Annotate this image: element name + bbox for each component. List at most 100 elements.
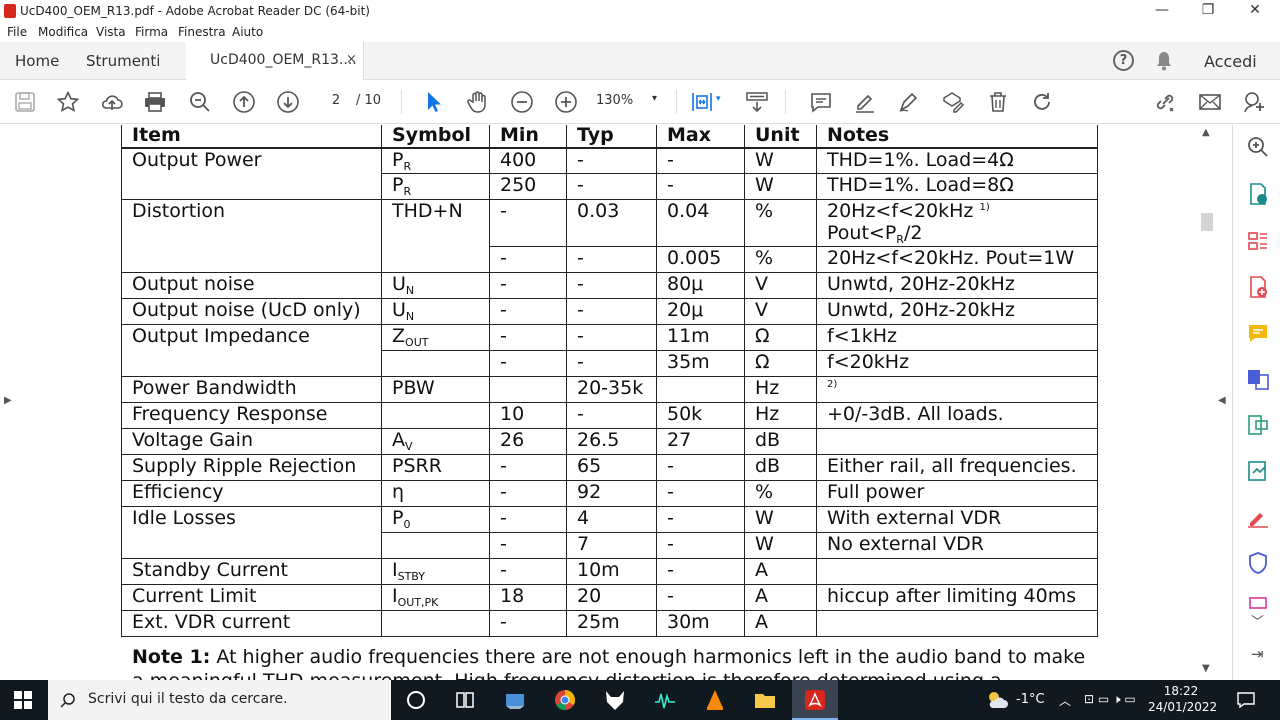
create-pdf-icon[interactable] <box>1246 275 1270 299</box>
sign-in-button[interactable]: Accedi <box>1204 52 1257 71</box>
cell-max: - <box>656 480 745 507</box>
vertical-scrollbar[interactable]: ▲ ▼ <box>1198 125 1216 680</box>
export-pdf-icon[interactable] <box>1246 182 1270 206</box>
menu-modifica[interactable]: Modifica <box>38 25 88 39</box>
cell-symbol: AV <box>381 428 490 455</box>
fit-page-icon[interactable] <box>690 90 714 114</box>
draw-pen-icon[interactable] <box>897 90 921 114</box>
symbol-subscript: OUT <box>405 336 429 349</box>
zoom-in-icon[interactable] <box>554 90 578 114</box>
symbol-subscript: V <box>405 440 413 453</box>
scrollbar-thumb[interactable] <box>1201 213 1213 231</box>
notes-text: +0/-3dB. All loads. <box>827 403 1004 425</box>
menu-aiuto[interactable]: Aiuto <box>232 25 263 39</box>
cell-unit: V <box>744 298 817 325</box>
taskbar-search-box[interactable]: Scrivi qui il testo da cercare. <box>48 680 391 720</box>
tab-home[interactable]: Home <box>15 52 59 70</box>
cell-unit: Hz <box>744 376 817 403</box>
edit-pdf-icon[interactable] <box>1246 413 1270 437</box>
minimize-button[interactable]: — <box>1152 2 1172 18</box>
system-tray-icons[interactable]: ⊡ ▭ 🕨 ▭ <box>1084 692 1136 707</box>
weather-temperature[interactable]: -1°C <box>1016 692 1045 707</box>
comment-tool-icon[interactable] <box>1246 321 1270 345</box>
file-explorer-icon[interactable] <box>753 688 777 712</box>
tab-document[interactable]: UcD400_OEM_R13.... × <box>186 42 364 80</box>
menu-file[interactable]: File <box>7 25 27 39</box>
share-link-icon[interactable] <box>1153 90 1177 114</box>
fill-sign-icon[interactable] <box>1246 505 1270 529</box>
cell-min <box>489 376 567 403</box>
comment-icon[interactable] <box>809 90 833 114</box>
footnote-ref: 2) <box>827 379 838 390</box>
search-zoom-icon[interactable] <box>1246 135 1270 159</box>
panel-scroll-down-icon[interactable]: ﹀ <box>1251 611 1264 630</box>
trash-icon[interactable] <box>986 90 1010 114</box>
edit-text-icon[interactable] <box>941 90 965 114</box>
symbol-text: PSRR <box>392 455 442 477</box>
left-panel-expand-icon[interactable]: ▶ <box>4 395 12 406</box>
close-tab-button[interactable]: × <box>346 52 357 67</box>
highlight-pen-icon[interactable] <box>853 90 877 114</box>
weather-icon[interactable] <box>986 690 1008 710</box>
vlc-icon[interactable] <box>703 688 727 712</box>
windows-start-icon[interactable] <box>14 691 32 709</box>
menu-vista[interactable]: Vista <box>96 25 126 39</box>
acrobat-taskbar-button[interactable] <box>792 680 838 720</box>
fit-dropdown-icon[interactable]: ▾ <box>716 94 721 104</box>
cell-max: - <box>656 532 745 559</box>
save-icon[interactable] <box>13 90 37 114</box>
restore-button[interactable]: ❐ <box>1198 2 1218 18</box>
upload-cloud-icon[interactable] <box>100 90 124 114</box>
scroll-up-icon[interactable]: ▲ <box>1202 127 1210 138</box>
notes-text: THD=1%. Load=8Ω <box>827 174 1014 196</box>
next-page-icon[interactable] <box>276 90 300 114</box>
star-icon[interactable] <box>56 90 80 114</box>
add-user-icon[interactable] <box>1242 90 1266 114</box>
right-tools-panel: ﹀ ⇥ <box>1232 125 1280 680</box>
hand-tool-icon[interactable] <box>466 90 490 114</box>
cell-min: 10 <box>489 402 567 429</box>
notifications-icon[interactable] <box>1236 691 1256 709</box>
symbol-text: P <box>392 148 404 171</box>
protect-shield-icon[interactable] <box>1246 551 1270 575</box>
menu-finestra[interactable]: Finestra <box>178 25 226 39</box>
notes-line-2-text: Pout<P <box>827 222 897 244</box>
tab-tools[interactable]: Strumenti <box>86 52 160 70</box>
close-button[interactable]: ✕ <box>1245 2 1265 18</box>
notification-bell-icon[interactable] <box>1155 51 1173 71</box>
document-view[interactable]: Item Symbol Min Typ Max Unit Notes Outpu… <box>0 125 1232 680</box>
print-icon[interactable] <box>143 90 167 114</box>
audio-app-icon[interactable] <box>653 688 677 712</box>
taskbar-clock[interactable]: 18:22 24/01/2022 <box>1148 683 1217 715</box>
previous-page-icon[interactable] <box>232 90 256 114</box>
clock-time: 18:22 <box>1163 684 1199 698</box>
organize-pages-icon[interactable] <box>1246 229 1270 253</box>
right-panel-collapse-icon[interactable]: ◀ <box>1218 395 1226 406</box>
email-icon[interactable] <box>1198 90 1222 114</box>
wolf-app-icon[interactable] <box>603 688 627 712</box>
page-number-input[interactable]: 2 <box>320 90 352 112</box>
cell-typ: 0.03 <box>566 199 657 247</box>
cell-max: 0.005 <box>656 246 745 273</box>
help-icon[interactable]: ? <box>1113 50 1134 71</box>
zoom-level[interactable]: 130% <box>596 93 633 108</box>
scroll-down-icon[interactable]: ▼ <box>1202 663 1210 674</box>
cell-max: 80μ <box>656 272 745 299</box>
chrome-icon[interactable] <box>553 688 577 712</box>
combine-files-icon[interactable] <box>1246 367 1270 391</box>
redo-rotate-icon[interactable] <box>1030 90 1054 114</box>
zoom-out-search-icon[interactable] <box>188 90 212 114</box>
task-view-icon[interactable] <box>453 688 477 712</box>
zoom-dropdown-icon[interactable]: ▾ <box>652 93 657 104</box>
scroll-mode-icon[interactable] <box>745 90 769 114</box>
collapse-panel-icon[interactable]: ⇥ <box>1251 645 1264 663</box>
select-cursor-icon[interactable] <box>421 90 445 114</box>
app-icon-desktop[interactable] <box>503 688 527 712</box>
menu-firma[interactable]: Firma <box>135 25 168 39</box>
show-hidden-icons[interactable]: ︿ <box>1059 692 1071 709</box>
cell-min: 26 <box>489 428 567 455</box>
cell-min: 400 <box>489 147 567 174</box>
cortana-icon[interactable] <box>404 688 428 712</box>
send-review-icon[interactable] <box>1246 459 1270 483</box>
zoom-out-icon[interactable] <box>510 90 534 114</box>
